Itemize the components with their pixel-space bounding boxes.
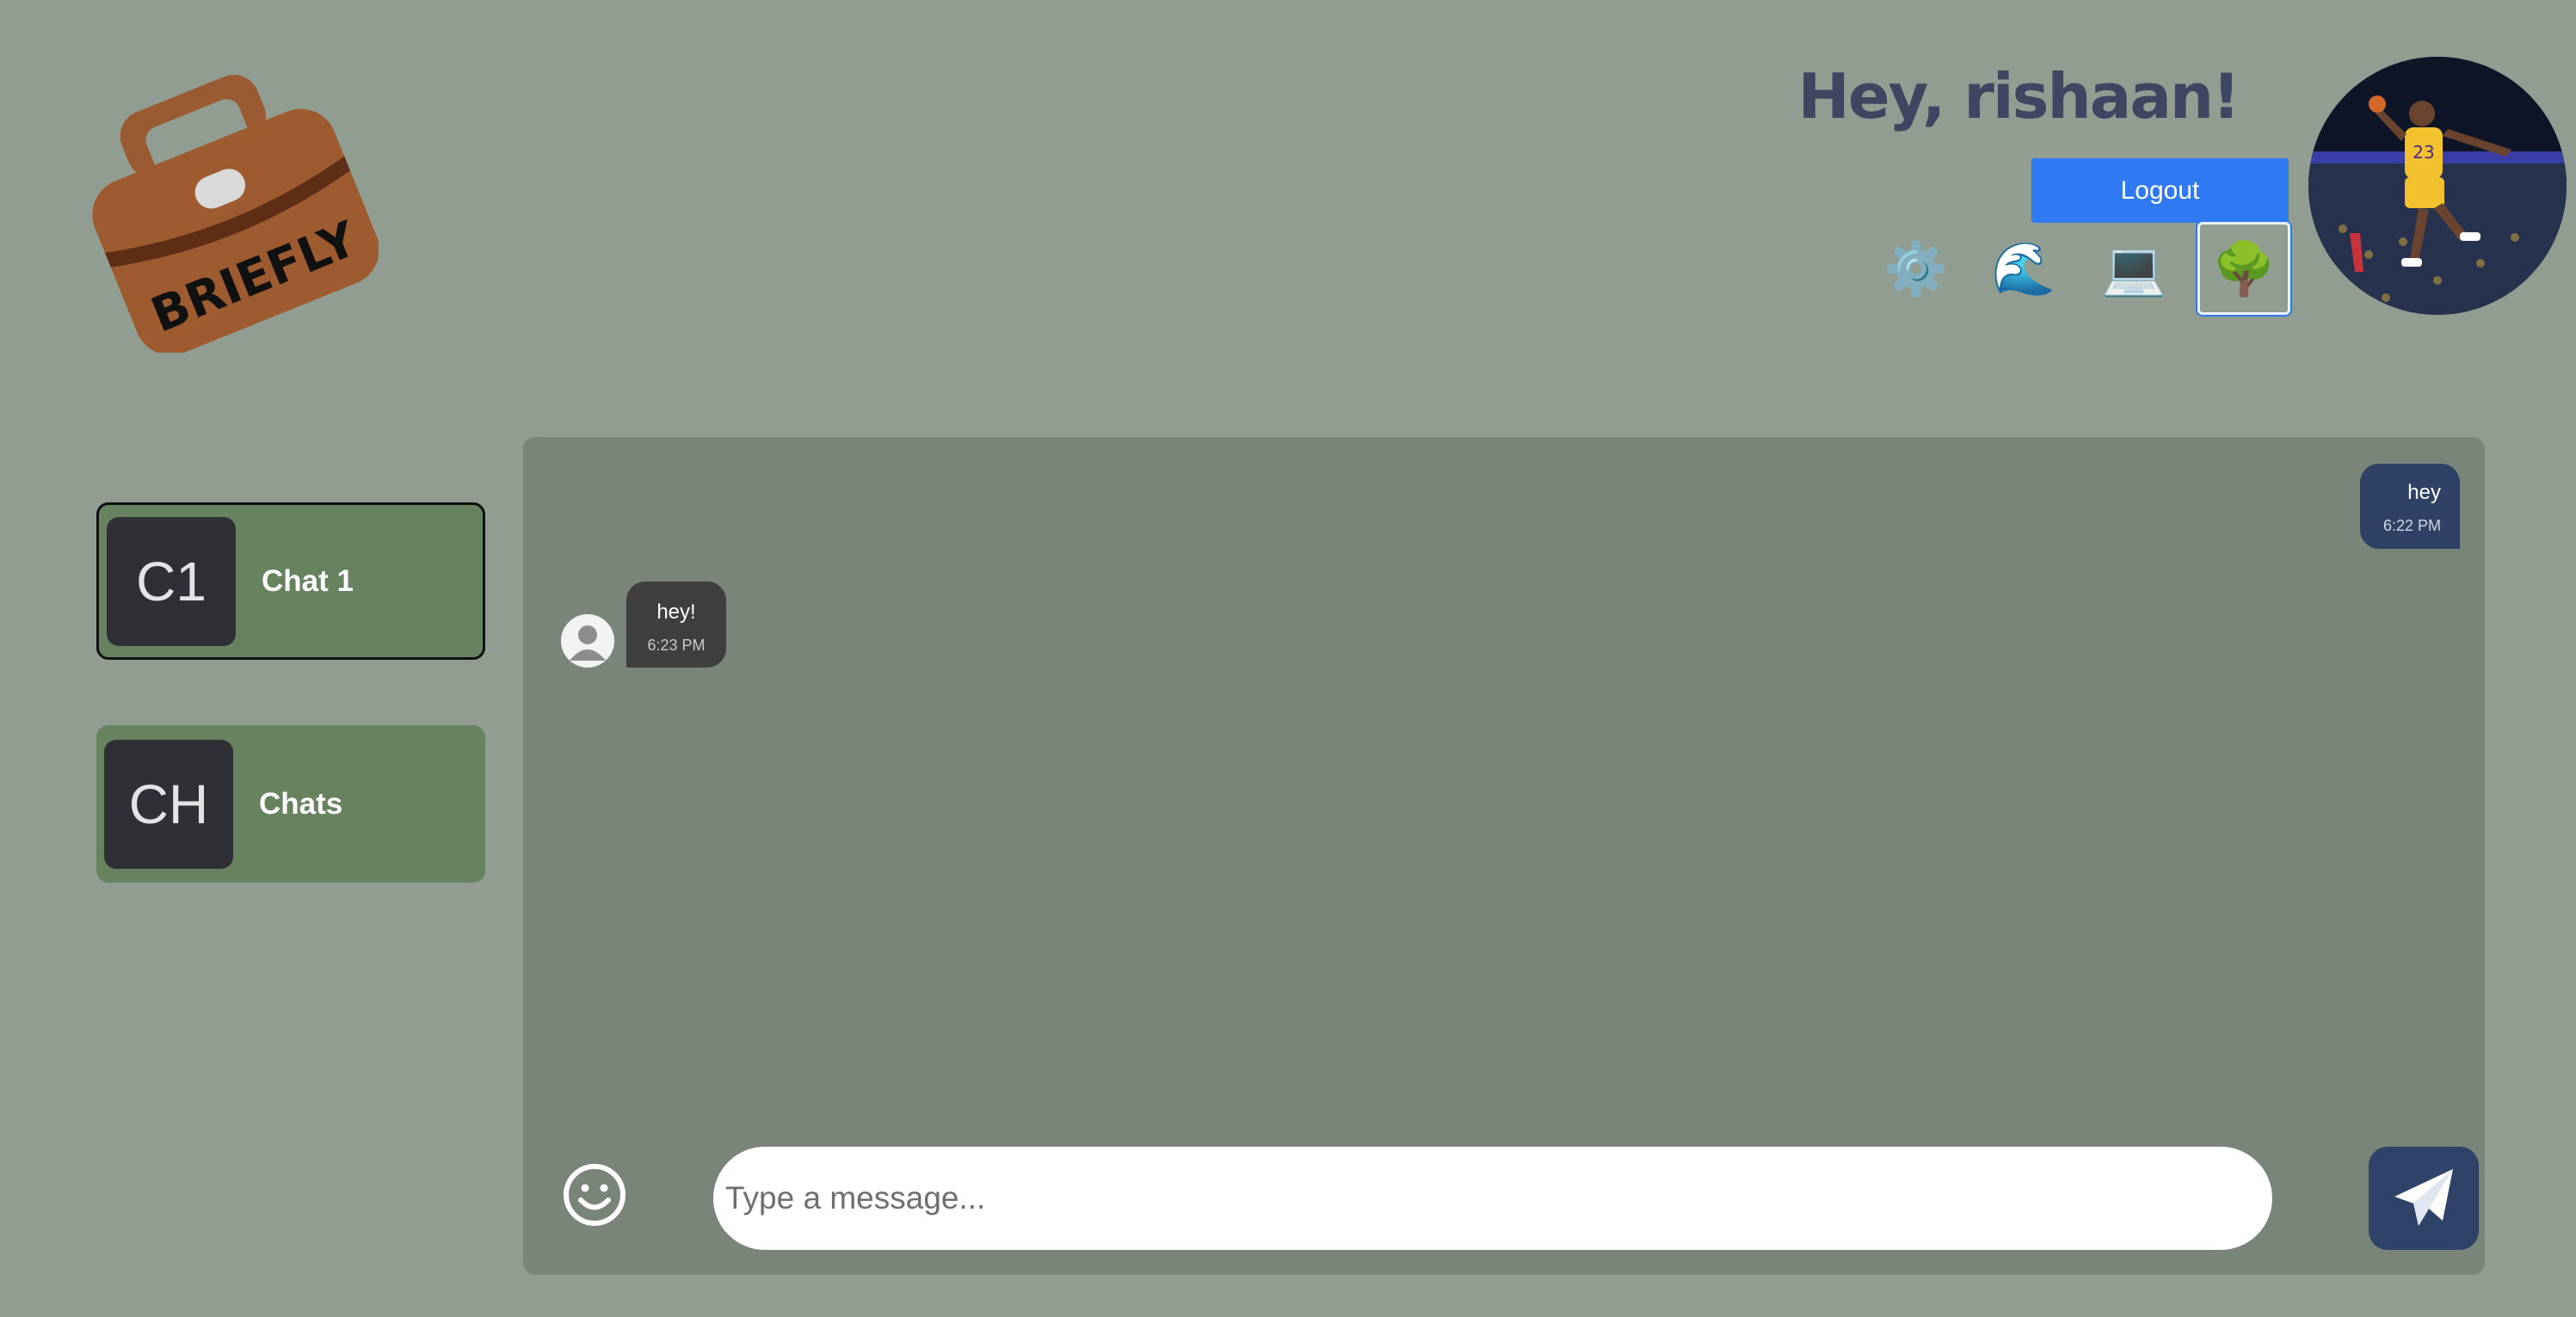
outgoing-message: hey 6:22 PM (2360, 464, 2460, 549)
chat-badge: CH (104, 739, 233, 869)
chat-list-item-chat-1[interactable]: C1 Chat 1 (96, 502, 485, 660)
wave-icon: 🌊 (1991, 238, 2056, 299)
theme-wave-button[interactable]: 🌊 (1977, 222, 2070, 315)
briefly-logo: BRIEFLY (69, 52, 379, 355)
theme-gear-button[interactable]: ⚙️ (1870, 222, 1963, 315)
incoming-message: hey! 6:23 PM (626, 582, 726, 668)
message-input[interactable] (713, 1147, 2272, 1250)
message-text: hey (2407, 481, 2441, 504)
chat-badge: C1 (107, 516, 236, 646)
laptop-icon: 💻 (2101, 238, 2166, 299)
sender-avatar-icon (561, 614, 614, 668)
message-text: hey! (656, 600, 696, 624)
chat-name: Chat 1 (262, 563, 354, 598)
svg-text:23: 23 (2413, 142, 2434, 163)
tree-icon: 🌳 (2211, 238, 2277, 299)
send-icon (2394, 1169, 2453, 1226)
greeting-title: Hey, rishaan! (1797, 60, 2240, 132)
smiley-icon (564, 1164, 626, 1226)
gear-icon: ⚙️ (1883, 238, 1949, 299)
logout-button[interactable]: Logout (2031, 158, 2289, 223)
chat-name: Chats (259, 786, 343, 821)
message-time: 6:22 PM (2382, 517, 2441, 534)
emoji-button[interactable] (561, 1161, 628, 1228)
theme-tree-button[interactable]: 🌳 (2197, 222, 2290, 315)
chat-list-item-chats[interactable]: CH Chats (96, 725, 485, 883)
user-avatar[interactable]: 23 (2308, 57, 2567, 315)
theme-laptop-button[interactable]: 💻 (2087, 222, 2180, 315)
message-time: 6:23 PM (647, 637, 706, 654)
send-button[interactable] (2369, 1147, 2479, 1250)
